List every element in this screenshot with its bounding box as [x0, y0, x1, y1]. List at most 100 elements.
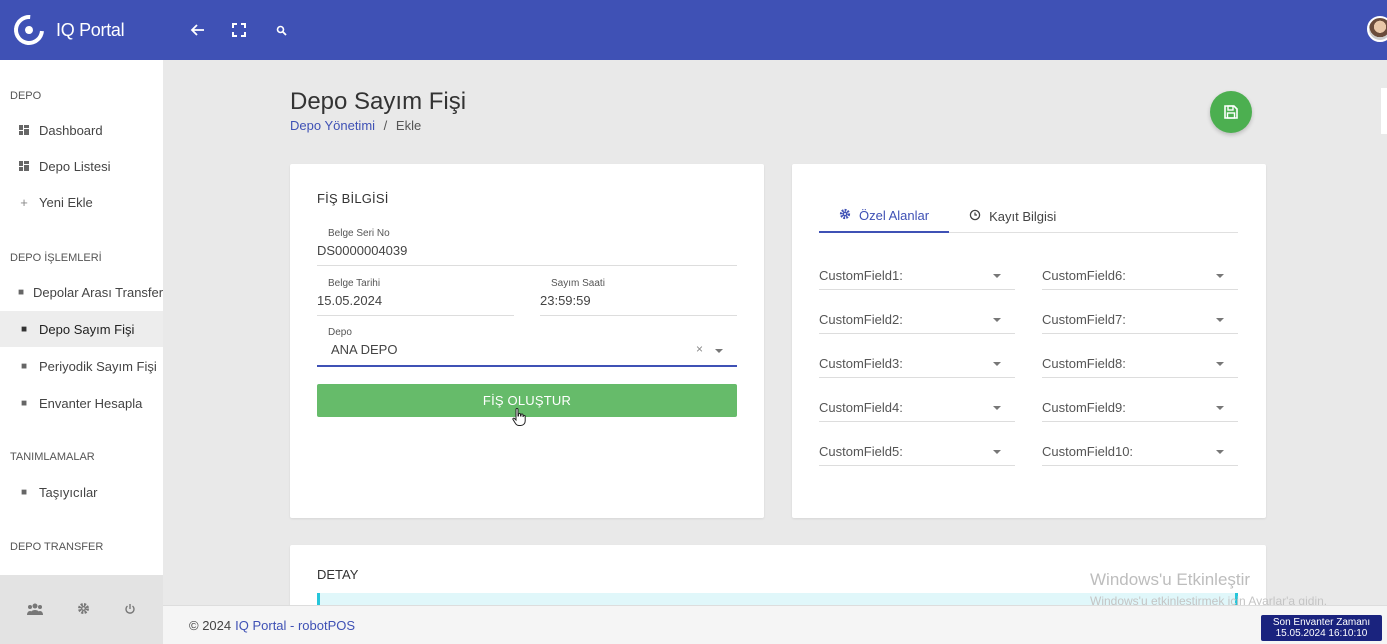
page-title: Depo Sayım Fişi — [290, 88, 467, 115]
sidebar-item-tasiyicilar[interactable]: ■ Taşıyıcılar — [0, 474, 163, 510]
sidebar-item-periyodik-sayim-fisi[interactable]: ■ Periyodik Sayım Fişi — [0, 348, 163, 384]
custom-field-9-select[interactable]: CustomField9: — [1042, 394, 1238, 422]
dashboard-icon — [18, 125, 30, 135]
breadcrumb-separator: / — [383, 118, 388, 133]
user-avatar[interactable] — [1367, 16, 1387, 42]
breadcrumb-link-depo-yonetimi[interactable]: Depo Yönetimi — [290, 118, 375, 133]
plus-icon: + — [20, 194, 28, 210]
sidebar: DEPO Dashboard Depo Listesi + Yeni Ekle … — [0, 60, 163, 575]
inventory-badge-time: 15.05.2024 16:10:10 — [1275, 628, 1368, 639]
ozel-alanlar-card: Özel Alanlar Kayıt Bilgisi CustomField1:… — [792, 164, 1266, 518]
custom-field-label: CustomField10: — [1042, 444, 1134, 459]
clock-icon — [969, 209, 981, 224]
users-icon[interactable] — [27, 602, 43, 618]
field-label: Depo — [328, 327, 352, 338]
inventory-time-badge: Son Envanter Zamanı 15.05.2024 16:10:10 — [1261, 615, 1382, 641]
bullet-icon: ■ — [20, 486, 28, 498]
bullet-icon: ■ — [20, 323, 28, 335]
page-footer: © 2024 IQ Portal - robotPOS — [163, 605, 1387, 644]
top-bar: IQ Portal — [0, 0, 1387, 60]
footer-link[interactable]: IQ Portal - robotPOS — [235, 618, 355, 633]
chevron-down-icon — [1216, 362, 1224, 366]
power-icon[interactable] — [124, 602, 136, 618]
save-button[interactable] — [1210, 91, 1252, 133]
sidebar-section-depo-transfer: DEPO TRANSFER — [10, 541, 104, 553]
detay-title: DETAY — [317, 567, 359, 582]
clear-icon[interactable]: × — [696, 342, 703, 356]
back-arrow-icon[interactable] — [187, 20, 207, 40]
depo-select[interactable]: Depo ANA DEPO × — [317, 327, 737, 367]
sidebar-item-label: Depo Sayım Fişi — [39, 321, 135, 337]
chevron-down-icon — [1216, 274, 1224, 278]
breadcrumb: Depo Yönetimi / Ekle — [290, 118, 421, 133]
chevron-down-icon — [1216, 318, 1224, 322]
fis-olustur-button[interactable]: FİŞ OLUŞTUR — [317, 384, 737, 417]
belge-seri-no-field[interactable]: Belge Seri No DS0000004039 — [317, 228, 737, 266]
sidebar-item-label: Taşıyıcılar — [39, 484, 98, 500]
sidebar-item-label: Envanter Hesapla — [39, 395, 143, 411]
sidebar-item-depolar-arasi-transfer[interactable]: ■ Depolar Arası Transfer — [0, 274, 163, 310]
fis-bilgisi-title: FİŞ BİLGİSİ — [317, 191, 389, 206]
custom-field-2-select[interactable]: CustomField2: — [819, 306, 1015, 334]
sayim-saati-field[interactable]: Sayım Saati 23:59:59 — [540, 278, 737, 316]
right-edge-tab[interactable] — [1381, 88, 1387, 134]
sidebar-footer — [0, 575, 163, 644]
custom-field-label: CustomField3: — [819, 356, 903, 371]
chevron-down-icon — [993, 406, 1001, 410]
sidebar-item-label: Depolar Arası Transfer — [33, 284, 163, 300]
sidebar-section-tanimlamalar: TANIMLAMALAR — [10, 451, 95, 463]
chevron-down-icon — [993, 450, 1001, 454]
field-value: DS0000004039 — [317, 243, 408, 258]
breadcrumb-current: Ekle — [395, 118, 422, 133]
custom-field-label: CustomField2: — [819, 312, 903, 327]
tab-kayit-bilgisi[interactable]: Kayıt Bilgisi — [949, 200, 1076, 233]
sidebar-item-depo-sayim-fisi[interactable]: ■ Depo Sayım Fişi — [0, 311, 163, 347]
tab-bar: Özel Alanlar Kayıt Bilgisi — [819, 200, 1238, 233]
logo-icon — [7, 8, 51, 52]
top-toolbar — [187, 20, 291, 40]
custom-field-8-select[interactable]: CustomField8: — [1042, 350, 1238, 378]
gear-icon — [839, 208, 851, 223]
chevron-down-icon[interactable] — [715, 349, 723, 353]
dashboard-icon — [18, 161, 30, 171]
sidebar-item-label: Yeni Ekle — [39, 194, 93, 210]
bullet-icon: ■ — [20, 397, 28, 409]
save-icon — [1224, 105, 1238, 119]
tab-label: Kayıt Bilgisi — [989, 209, 1057, 224]
fis-bilgisi-card: FİŞ BİLGİSİ Belge Seri No DS0000004039 B… — [290, 164, 764, 518]
search-icon[interactable] — [271, 20, 291, 40]
belge-tarihi-field[interactable]: Belge Tarihi 15.05.2024 — [317, 278, 514, 316]
sidebar-item-dashboard[interactable]: Dashboard — [0, 112, 163, 148]
bullet-icon: ■ — [18, 286, 25, 298]
chevron-down-icon — [993, 362, 1001, 366]
sidebar-item-envanter-hesapla[interactable]: ■ Envanter Hesapla — [0, 385, 163, 421]
custom-field-label: CustomField7: — [1042, 312, 1126, 327]
gear-icon[interactable] — [77, 602, 90, 618]
hand-cursor-icon — [512, 408, 526, 431]
custom-field-5-select[interactable]: CustomField5: — [819, 438, 1015, 466]
custom-field-3-select[interactable]: CustomField3: — [819, 350, 1015, 378]
custom-field-label: CustomField8: — [1042, 356, 1126, 371]
sidebar-item-depo-listesi[interactable]: Depo Listesi — [0, 148, 163, 184]
custom-field-label: CustomField1: — [819, 268, 903, 283]
sidebar-section-depo-islemleri: DEPO İŞLEMLERİ — [10, 252, 102, 264]
chevron-down-icon — [993, 318, 1001, 322]
custom-field-7-select[interactable]: CustomField7: — [1042, 306, 1238, 334]
sidebar-item-yeni-ekle[interactable]: + Yeni Ekle — [0, 184, 163, 220]
sidebar-item-label: Periyodik Sayım Fişi — [39, 358, 157, 374]
field-label: Sayım Saati — [551, 278, 605, 289]
sidebar-section-depo: DEPO — [10, 90, 42, 102]
tab-ozel-alanlar[interactable]: Özel Alanlar — [819, 200, 950, 233]
custom-field-1-select[interactable]: CustomField1: — [819, 262, 1015, 290]
custom-field-6-select[interactable]: CustomField6: — [1042, 262, 1238, 290]
windows-activation-watermark-title: Windows'u Etkinleştir — [1090, 570, 1251, 589]
brand[interactable]: IQ Portal — [0, 8, 163, 52]
custom-field-10-select[interactable]: CustomField10: — [1042, 438, 1238, 466]
field-value: 15.05.2024 — [317, 293, 383, 308]
chevron-down-icon — [1216, 450, 1224, 454]
custom-field-4-select[interactable]: CustomField4: — [819, 394, 1015, 422]
chevron-down-icon — [1216, 406, 1224, 410]
fullscreen-icon[interactable] — [229, 20, 249, 40]
footer-copyright: © 2024 — [189, 617, 232, 633]
app-title: IQ Portal — [56, 19, 125, 40]
